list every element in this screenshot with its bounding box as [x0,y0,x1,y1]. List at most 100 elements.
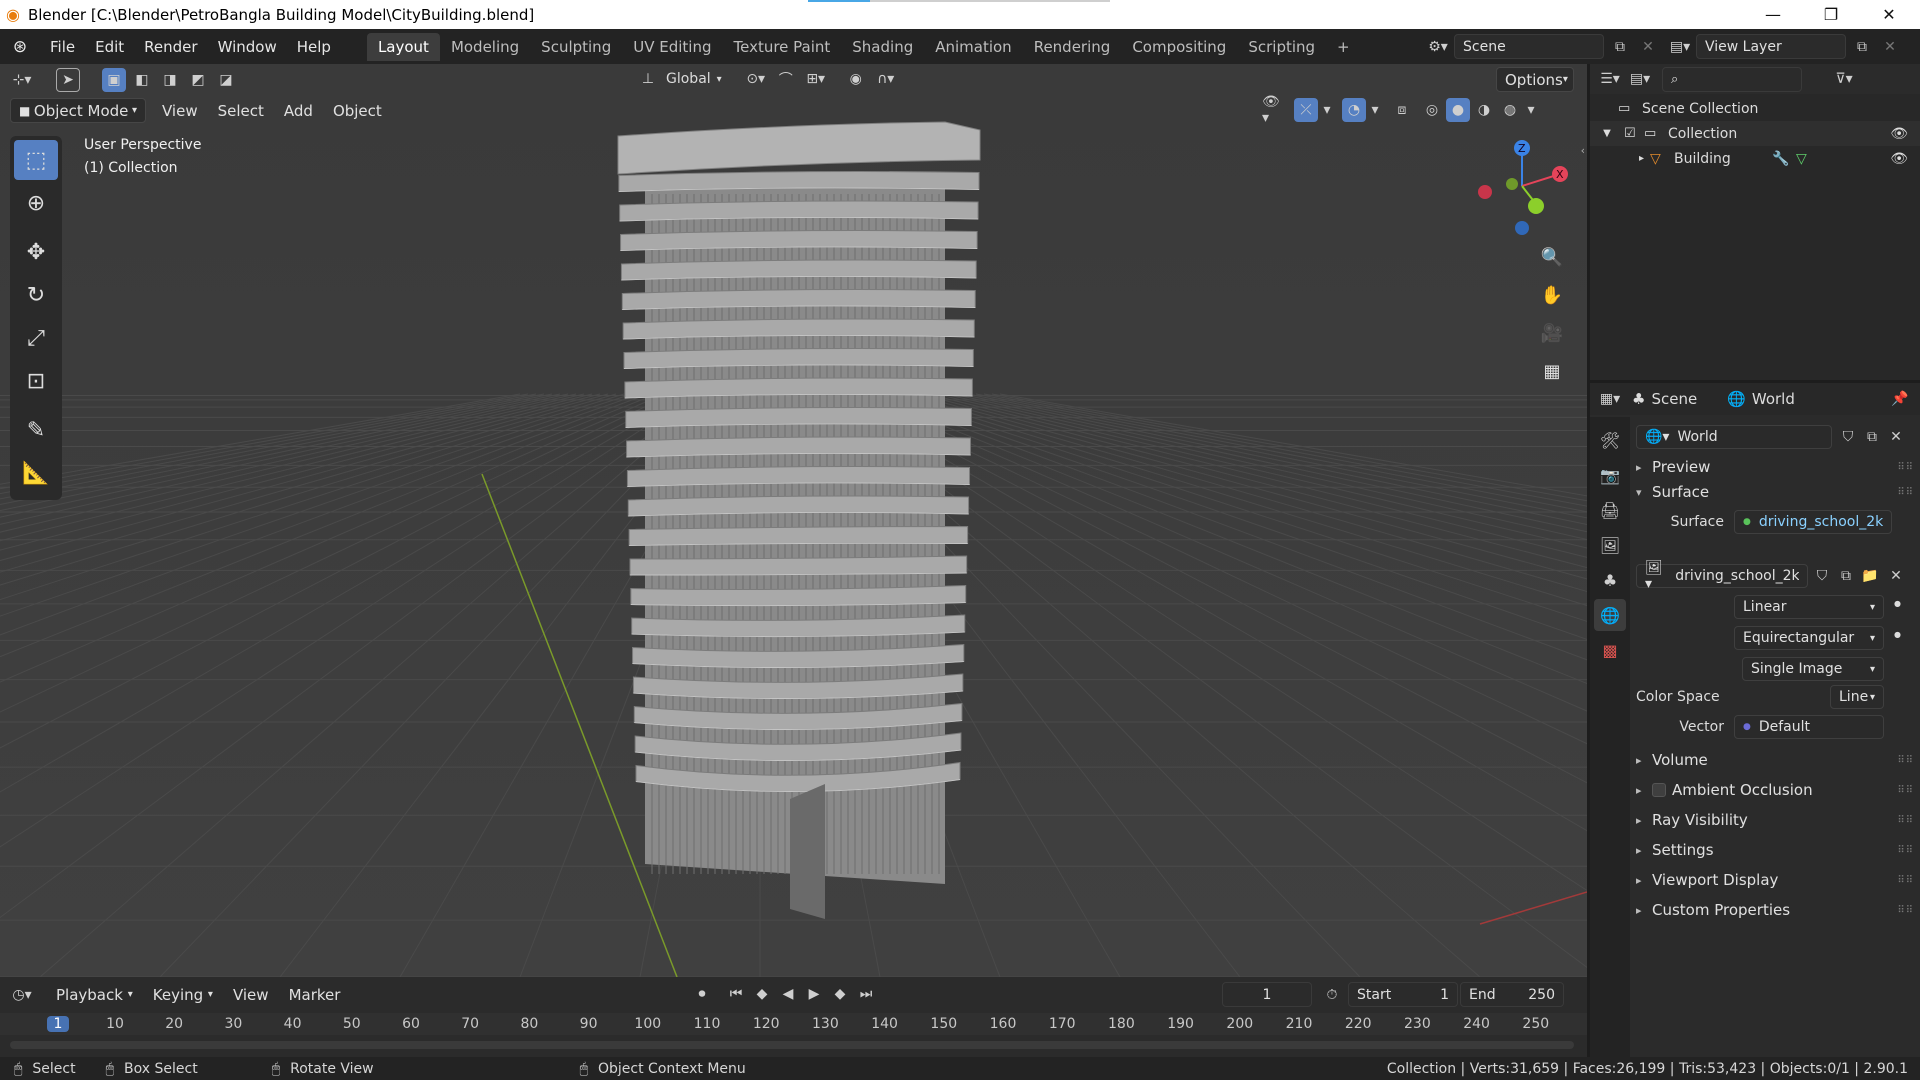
view-layer-field[interactable]: View Layer [1696,34,1846,59]
expand-building-icon[interactable]: ▸ [1590,153,1650,164]
jump-start-icon[interactable]: ⏮ [724,982,748,1006]
pivot-point-icon[interactable]: ⊙▾ [744,67,768,91]
ambient-occlusion-checkbox[interactable] [1652,783,1666,797]
pan-hand-icon[interactable]: ✋ [1535,278,1569,312]
select-new-icon[interactable]: ▣ [102,67,126,92]
shading-wireframe-icon[interactable]: ◎ [1420,98,1444,122]
panel-preview[interactable]: ▸ Preview ⠿⠿ [1636,454,1920,480]
ortho-grid-icon[interactable]: ▦ [1535,354,1569,388]
timeline-menu-keying[interactable]: Keying ▾ [145,982,221,1007]
maximize-button[interactable]: ❐ [1802,0,1860,29]
tab-uv-editing[interactable]: UV Editing [622,33,722,61]
vector-field[interactable]: ● Default [1734,715,1884,739]
view-layer-selector-icon[interactable]: ▤▾ [1668,35,1692,59]
timeline-menu-playback[interactable]: Playback ▾ [48,982,141,1007]
blender-menu-icon[interactable]: ⊛ [0,37,40,57]
transform-tool-icon[interactable]: ⊡ [14,361,58,401]
image-unlink-icon[interactable]: ✕ [1884,564,1908,588]
fake-user-icon[interactable]: ⛉ [1836,425,1860,449]
breadcrumb-scene[interactable]: Scene [1651,390,1697,408]
play-icon[interactable]: ▶ [802,982,826,1006]
scene-tab-icon[interactable]: ♣ [1594,564,1626,596]
gizmo-dropdown-icon[interactable]: ▾ [1320,98,1334,122]
orientation-dropdown[interactable]: Global [666,71,711,87]
close-window-button[interactable]: ✕ [1860,0,1918,29]
select-subtract-icon[interactable]: ◨ [158,68,182,92]
collection-checkbox[interactable]: ☑ [1624,126,1644,141]
building-visibility-icon[interactable]: 👁 [1890,151,1908,167]
display-mode-icon[interactable]: ▤▾ [1628,67,1652,91]
add-workspace-button[interactable]: + [1326,33,1361,61]
next-keyframe-icon[interactable]: ◆ [828,982,852,1006]
duplicate-world-icon[interactable]: ⧉ [1860,425,1884,449]
expand-collection-icon[interactable]: ▼ [1590,128,1624,139]
scene-selector-icon[interactable]: ⚙▾ [1426,35,1450,59]
unlink-world-icon[interactable]: ✕ [1884,425,1908,449]
menu-edit[interactable]: Edit [85,38,134,56]
panel-volume[interactable]: ▸ Volume ⠿⠿ [1636,747,1920,773]
cursor-tool-icon[interactable]: ⊕ [14,183,58,223]
proportional-edit-icon[interactable]: ◉ [844,67,868,91]
end-frame-field[interactable]: End 250 [1460,982,1564,1007]
timeline-scrollbar[interactable] [10,1041,1574,1049]
frame-ruler[interactable]: 1 10 20 30 40 50 60 70 80 90 100 110 120 130 140 150 160… [0,1013,1587,1035]
tab-shading[interactable]: Shading [841,33,924,61]
snap-target-icon[interactable]: ⊞▾ [804,67,828,91]
timeline-menu-view[interactable]: View [225,982,277,1007]
outliner-row-collection[interactable]: ▼ ☑ ▭ Collection 👁 [1590,121,1920,146]
start-frame-field[interactable]: Start 1 [1348,982,1458,1007]
visibility-icon[interactable]: 👁▾ [1262,94,1286,126]
scale-tool-icon[interactable]: ⤢ [14,318,58,358]
mode-dropdown[interactable]: ■ Object Mode ▾ [10,98,146,123]
texture-tab-icon[interactable]: ▩ [1594,634,1626,666]
outliner-row-building[interactable]: ▸ ▽ Building 🔧 ▽ 👁 [1590,146,1920,171]
scene-name-field[interactable]: Scene [1454,34,1604,59]
panel-ray-visibility[interactable]: ▸ Ray Visibility ⠿⠿ [1636,807,1920,833]
pin-icon[interactable]: 📌 [1888,387,1912,411]
navigation-gizmo[interactable]: Z X [1470,136,1580,246]
collection-visibility-icon[interactable]: 👁 [1890,126,1908,142]
surface-shader-field[interactable]: ● driving_school_2k.... [1734,510,1892,534]
shading-rendered-icon[interactable]: ◍ [1498,98,1522,122]
options-button[interactable]: Options ▾ [1496,67,1574,92]
record-icon[interactable]: ⏺ [690,982,714,1006]
tab-sculpting[interactable]: Sculpting [530,33,622,61]
timeline-editor-type-icon[interactable]: ◷▾ [10,983,34,1007]
image-datablock-field[interactable]: 🖼▾ driving_school_2k... [1636,560,1808,592]
editor-type-icon[interactable]: ⊹▾ [10,68,34,92]
panel-custom-properties[interactable]: ▸ Custom Properties ⠿⠿ [1636,897,1920,923]
minimize-button[interactable]: — [1744,0,1802,29]
tab-compositing[interactable]: Compositing [1121,33,1237,61]
shading-material-icon[interactable]: ◑ [1472,98,1496,122]
panel-surface[interactable]: ▾ Surface ⠿⠿ [1636,479,1920,505]
select-tool-icon[interactable]: ➤ [56,67,80,92]
shading-dropdown-icon[interactable]: ▾ [1524,98,1538,122]
new-view-layer-icon[interactable]: ⧉ [1850,35,1874,59]
overlay-dropdown-icon[interactable]: ▾ [1368,98,1382,122]
world-datablock-field[interactable]: 🌐▾ World [1636,425,1832,449]
filter-icon[interactable]: ⊽▾ [1832,67,1856,91]
menu-file[interactable]: File [40,38,85,56]
move-tool-icon[interactable]: ✥ [14,232,58,272]
shading-solid-icon[interactable]: ● [1446,98,1470,122]
new-scene-icon[interactable]: ⧉ [1608,35,1632,59]
gizmo-toggle-icon[interactable]: ⤫ [1294,98,1318,122]
tab-modeling[interactable]: Modeling [440,33,530,61]
outliner-search-input[interactable]: ⌕ [1662,66,1802,92]
menu-help[interactable]: Help [287,38,341,56]
render-tab-icon[interactable]: 📷 [1594,459,1626,491]
viewport-menu-object[interactable]: Object [325,98,390,123]
delete-scene-icon[interactable]: ✕ [1636,35,1660,59]
tab-rendering[interactable]: Rendering [1023,33,1122,61]
prev-keyframe-icon[interactable]: ◆ [750,982,774,1006]
outliner-editor-type-icon[interactable]: ☰▾ [1598,67,1622,91]
falloff-icon[interactable]: ∩▾ [874,67,898,91]
viewport-menu-add[interactable]: Add [276,98,321,123]
outliner-row-scene-collection[interactable]: ▭ Scene Collection [1590,96,1920,121]
preview-range-icon[interactable]: ⏱ [1320,983,1344,1007]
snap-icon[interactable]: ⌒ [774,67,798,91]
camera-view-icon[interactable]: 🎥 [1535,316,1569,350]
color-space-dropdown[interactable]: Line ▾ [1830,685,1884,709]
tab-animation[interactable]: Animation [924,33,1022,61]
menu-window[interactable]: Window [208,38,287,56]
